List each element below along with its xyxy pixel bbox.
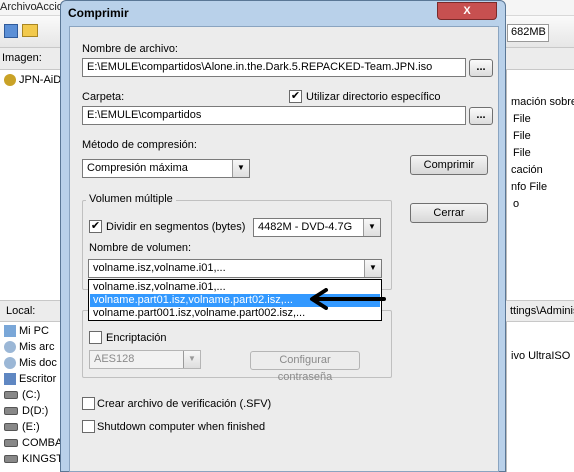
volume-name-label: Nombre de volumen:	[89, 242, 192, 254]
drive-icon	[4, 423, 18, 432]
sfv-label: Crear archivo de verificación (.SFV)	[97, 398, 272, 410]
split-label: Dividir en segmentos (bytes)	[106, 221, 246, 233]
method-value: Compresión máxima	[87, 162, 188, 174]
list-item[interactable]: File	[513, 130, 531, 142]
image-label: Imagen:	[2, 52, 42, 64]
chevron-down-icon: ▼	[183, 351, 200, 368]
compress-button[interactable]: Comprimir	[410, 155, 488, 175]
local-path: ttings\Adminis	[510, 305, 574, 317]
browse-file-button[interactable]: ...	[469, 59, 493, 77]
usb-drive-icon	[4, 455, 18, 464]
folder-icon	[4, 341, 16, 354]
list-item[interactable]: cación	[511, 164, 543, 176]
arrow-annotation-icon	[310, 288, 386, 310]
desktop-icon	[4, 373, 16, 386]
menu-archivo[interactable]: Archivo	[0, 1, 37, 13]
close-window-button[interactable]: X	[437, 2, 497, 20]
multivolume-group-title: Volumen múltiple	[86, 193, 176, 205]
tree-item-image-root[interactable]: JPN-AiD5	[4, 74, 67, 89]
image-tree: JPN-AiD5	[0, 70, 67, 300]
split-size-value: 4482M - DVD-4.7G	[258, 221, 353, 233]
open-folder-icon[interactable]	[22, 24, 38, 37]
split-size-select[interactable]: 4482M - DVD-4.7G ▼	[253, 218, 381, 237]
local-label: Local:	[6, 305, 36, 317]
local-file-list: ivo UltraISO	[506, 322, 574, 472]
drive-icon	[4, 391, 18, 400]
shutdown-label: Shutdown computer when finished	[97, 421, 266, 433]
folder-icon	[4, 357, 16, 370]
method-label: Método de compresión:	[82, 139, 197, 151]
close-button[interactable]: Cerrar	[410, 203, 488, 223]
sfv-checkbox[interactable]	[82, 397, 95, 410]
list-item[interactable]: ivo UltraISO	[511, 350, 570, 362]
use-specific-dir-label: Utilizar directorio específico	[306, 91, 441, 103]
local-tree: Mi PC Mis arc Mis doc Escritor (C:) D(D:…	[0, 322, 98, 472]
use-specific-dir-checkbox[interactable]: ✔	[289, 90, 302, 103]
tree-item-escritorio[interactable]: Escritor	[4, 373, 56, 388]
new-icon[interactable]	[4, 24, 18, 38]
list-item[interactable]: o	[513, 198, 519, 210]
chevron-down-icon[interactable]: ▼	[364, 260, 381, 277]
filename-label: Nombre de archivo:	[82, 43, 178, 55]
encryption-label: Encriptación	[106, 332, 167, 344]
list-item[interactable]: nfo File	[511, 181, 547, 193]
tree-item-mi-pc[interactable]: Mi PC	[4, 325, 49, 340]
drive-icon	[4, 439, 18, 448]
list-item[interactable]: File	[513, 113, 531, 125]
tree-item-drive-e[interactable]: (E:)	[4, 421, 40, 436]
browse-folder-button[interactable]: ...	[469, 107, 493, 125]
encryption-checkbox[interactable]	[89, 331, 102, 344]
split-checkbox[interactable]: ✔	[89, 220, 102, 233]
chevron-down-icon[interactable]: ▼	[232, 160, 249, 177]
drive-icon	[4, 407, 18, 416]
folder-field[interactable]: E:\EMULE\compartidos	[82, 106, 466, 125]
list-item[interactable]: mación sobre	[511, 96, 574, 108]
folder-label: Carpeta:	[82, 91, 125, 103]
encryption-algo-select: AES128 ▼	[89, 350, 201, 369]
encryption-algo-value: AES128	[94, 353, 135, 365]
computer-icon	[4, 325, 16, 338]
disc-icon	[4, 74, 16, 87]
dialog-title: Comprimir	[68, 6, 129, 20]
size-display: 682MB	[507, 24, 549, 42]
tree-item-mis-archivos[interactable]: Mis arc	[4, 341, 54, 356]
tree-item-drive-d[interactable]: D(D:)	[4, 405, 48, 420]
tree-item-mis-documentos[interactable]: Mis doc	[4, 357, 57, 372]
shutdown-checkbox[interactable]	[82, 420, 95, 433]
filename-field[interactable]: E:\EMULE\compartidos\Alone.in.the.Dark.5…	[82, 58, 466, 77]
configure-password-button: Configurar contraseña	[250, 351, 360, 383]
tree-item-combo[interactable]: COMBA	[4, 437, 62, 452]
file-list-right: mación sobre File File File cación nfo F…	[506, 70, 574, 300]
list-item[interactable]: File	[513, 147, 531, 159]
method-select[interactable]: Compresión máxima ▼	[82, 159, 250, 178]
tree-item-drive-c[interactable]: (C:)	[4, 389, 40, 404]
chevron-down-icon[interactable]: ▼	[363, 219, 380, 236]
volume-name-select[interactable]: volname.isz,volname.i01,... ▼	[88, 259, 382, 278]
volume-name-value: volname.isz,volname.i01,...	[93, 262, 226, 274]
